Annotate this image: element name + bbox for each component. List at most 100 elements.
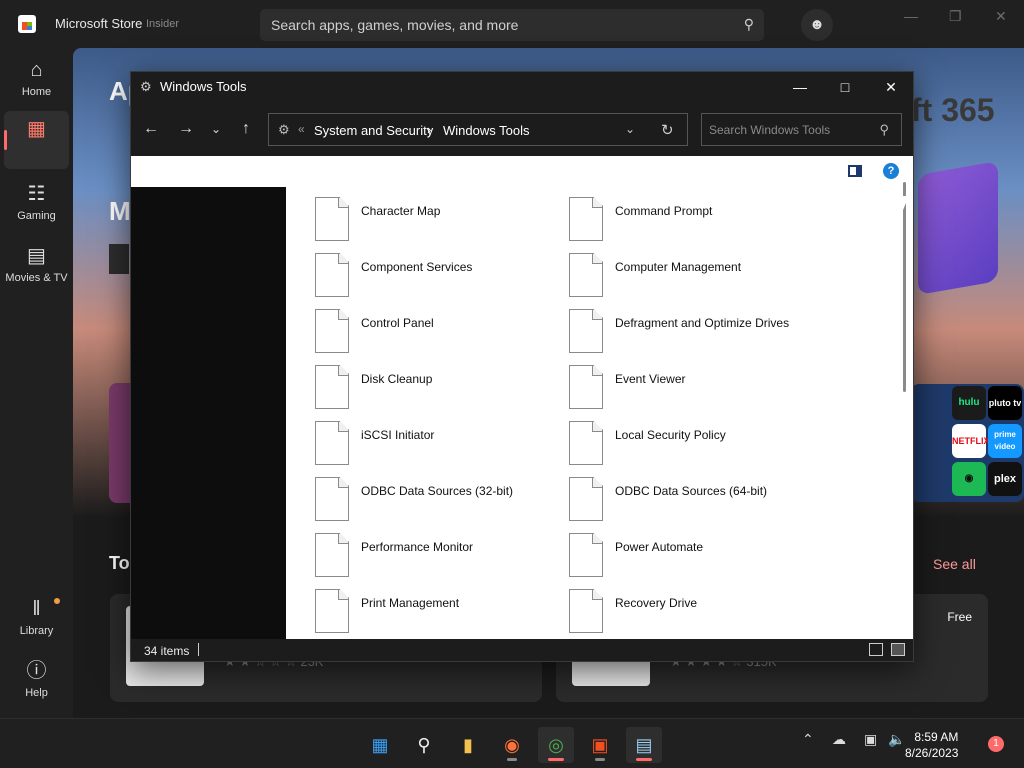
forward-arrow-icon[interactable]: → [174,118,198,140]
minimize-icon[interactable]: — [777,72,823,102]
nav-movies[interactable]: ▤ Movies & TV [4,238,69,296]
vertical-scrollbar[interactable] [903,182,906,392]
item-name: Local Security Policy [615,428,726,442]
nav-library-label: Library [19,625,54,637]
mouse-cursor-icon [903,196,915,210]
start-icon[interactable]: ▦ [362,727,398,763]
store-search-box[interactable]: Search apps, games, movies, and more ⚲ [260,9,764,41]
list-item[interactable]: Performance Monitor [315,533,565,581]
plex-tile: plex [988,462,1022,496]
list-item[interactable]: Defragment and Optimize Drives [569,309,869,357]
close-icon[interactable]: ✕ [995,8,1007,25]
document-icon [315,309,349,353]
up-arrow-icon[interactable]: ↑ [234,118,258,140]
nav-home[interactable]: ⌂ Home [4,52,69,110]
hero-brand-text: ft 365 [911,92,995,128]
address-bar[interactable]: ⚙ « System and Security › Windows Tools … [268,113,688,146]
list-item[interactable]: Component Services [315,253,565,301]
close-icon[interactable]: ✕ [868,72,914,102]
breadcrumb-system-security[interactable]: System and Security [314,123,433,138]
address-dropdown-icon[interactable]: ⌄ [625,122,635,136]
tray-overflow-chevron-icon[interactable]: ⌃ [802,731,814,748]
item-count: 34 items [144,644,190,658]
store-search-placeholder: Search apps, games, movies, and more [271,17,519,33]
list-item[interactable]: Recovery Drive [569,589,869,637]
list-item[interactable]: Computer Management [569,253,869,301]
help-icon[interactable]: ? [883,163,899,179]
search-icon[interactable]: ⚲ [406,727,442,763]
windows-tools-window: ⚙ Windows Tools — □ ✕ ← → ⌄ ↑ ⚙ « System… [130,71,914,662]
list-item[interactable]: Power Automate [569,533,869,581]
nav-help[interactable]: ⓘ Help [4,653,69,711]
nav-apps[interactable]: ▦ [4,111,69,169]
preview-pane-icon[interactable] [848,165,862,177]
list-item[interactable]: Command Prompt [569,197,869,245]
refresh-icon[interactable]: ↻ [661,121,674,139]
notification-badge[interactable]: 1 [988,736,1004,752]
window-title: Windows Tools [160,79,247,94]
store-titlebar: Microsoft Store Insider Search apps, gam… [0,0,1024,48]
list-item[interactable]: iSCSI Initiator [315,421,565,469]
search-icon[interactable]: ⚲ [744,16,754,33]
search-icon[interactable]: ⚲ [879,122,889,138]
list-item[interactable]: Print Management [315,589,565,637]
back-arrow-icon[interactable]: ← [139,118,163,140]
maximize-icon[interactable]: □ [822,72,868,102]
explorer-titlebar[interactable]: ⚙ Windows Tools — □ ✕ [131,72,913,102]
document-icon [569,197,603,241]
running-indicator [636,758,652,761]
item-name: Disk Cleanup [361,372,433,386]
document-icon [315,421,349,465]
see-all-link[interactable]: See all [933,556,976,572]
list-item[interactable]: ODBC Data Sources (64-bit) [569,477,869,525]
firefox-icon[interactable]: ◉ [494,727,530,763]
item-name: iSCSI Initiator [361,428,435,442]
item-name: Defragment and Optimize Drives [615,316,790,330]
document-icon [569,477,603,521]
breadcrumb-windows-tools[interactable]: Windows Tools [443,123,529,138]
store-channel-label: Insider [146,18,180,30]
navigation-pane[interactable] [131,187,286,639]
list-item[interactable]: Local Security Policy [569,421,869,469]
pluto-tile: pluto tv [988,386,1022,420]
navigation-bar: ← → ⌄ ↑ ⚙ « System and Security › Window… [131,102,913,156]
windows-tools-icon[interactable]: ▤ [626,727,662,763]
list-item[interactable]: Character Map [315,197,565,245]
clapper-icon: ▤ [27,245,46,267]
breadcrumb-overflow-icon[interactable]: « [298,122,305,136]
document-icon [315,477,349,521]
explorer-search-box[interactable]: Search Windows Tools ⚲ [701,113,902,146]
document-icon [315,533,349,577]
recent-locations-chevron-icon[interactable]: ⌄ [204,118,228,140]
network-icon[interactable]: ▣ [864,731,877,748]
restore-icon[interactable]: ❐ [949,8,962,25]
hero-button[interactable] [109,244,129,274]
account-avatar-icon[interactable]: ☻ [801,9,833,41]
list-item[interactable]: Disk Cleanup [315,365,565,413]
taskbar: ▦ ⚲ ▮ ◉ ◎ ▣ ▤ ⌃ ☁ ▣ 🔈 8:59 AM 8/26/2023 … [0,718,1024,768]
nav-gaming[interactable]: ☷ Gaming [4,176,69,234]
list-item[interactable]: ODBC Data Sources (32-bit) [315,477,565,525]
running-indicator [548,758,564,761]
home-icon: ⌂ [30,59,43,81]
nav-home-label: Home [21,86,52,98]
large-icons-view-icon[interactable] [891,643,905,656]
list-item[interactable]: Control Panel [315,309,565,357]
file-explorer-icon[interactable]: ▮ [450,727,486,763]
item-name: Print Management [361,596,460,610]
minimize-icon[interactable]: — [904,8,918,24]
onedrive-cloud-icon[interactable]: ☁ [832,731,846,748]
chrome-icon[interactable]: ◎ [538,727,574,763]
details-view-icon[interactable] [869,643,883,656]
help-icon: ⓘ [26,660,47,682]
item-name: Command Prompt [615,204,713,218]
document-icon [569,253,603,297]
volume-icon[interactable]: 🔈 [888,731,905,748]
app-card-2-price[interactable]: Free [947,610,972,624]
apps-icon: ▦ [27,118,46,140]
streaming-tiles[interactable]: hulu pluto tv NETFLIX prime video ◉ plex [911,384,1024,502]
breadcrumb-separator-icon[interactable]: › [427,122,431,137]
list-item[interactable]: Event Viewer [569,365,869,413]
store-icon[interactable]: ▣ [582,727,618,763]
clock[interactable]: 8:59 AM 8/26/2023 [905,729,958,761]
